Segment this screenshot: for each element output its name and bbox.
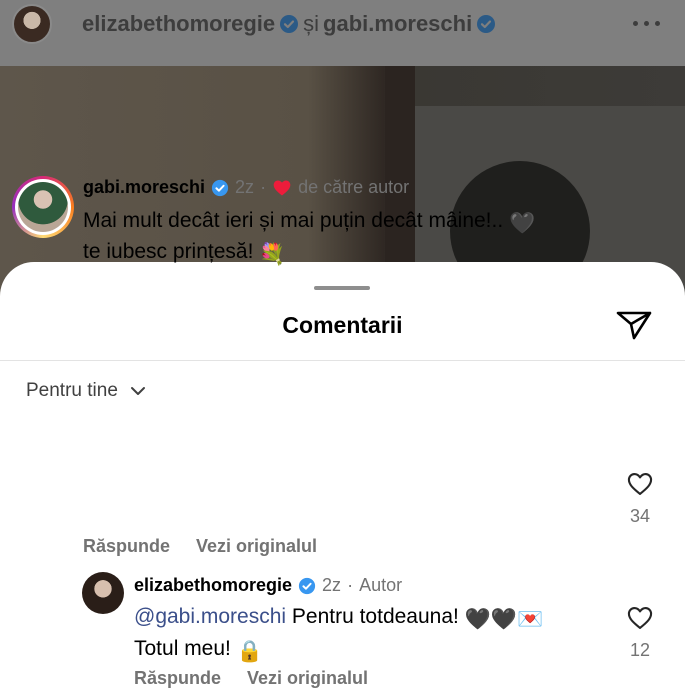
comment-text-line2: te iubesc prințesă! bbox=[83, 240, 254, 263]
reply-text: @gabi.moreschi Pentru totdeauna! 🖤🖤💌 Tot… bbox=[134, 602, 604, 666]
chevron-down-icon bbox=[130, 387, 145, 395]
sheet-divider bbox=[0, 360, 685, 361]
reply-time: 2z bbox=[322, 575, 342, 595]
share-send-icon[interactable] bbox=[614, 304, 654, 344]
reply-button[interactable]: Răspunde bbox=[83, 536, 170, 557]
comment-time: 2z bbox=[235, 177, 255, 197]
heart-filled-icon bbox=[273, 180, 291, 195]
comment-username[interactable]: gabi.moreschi bbox=[83, 177, 205, 198]
reply-avatar[interactable] bbox=[82, 572, 124, 614]
heart-outline-icon[interactable] bbox=[626, 604, 654, 632]
black-heart-emoji: 🖤 bbox=[464, 608, 491, 631]
post-author-name[interactable]: elizabethomoregie bbox=[82, 11, 275, 37]
comment-separator: · bbox=[260, 177, 267, 197]
reply-actions: Răspunde Vezi originalul bbox=[134, 668, 368, 689]
commenter-avatar[interactable] bbox=[12, 176, 74, 238]
comment-header: gabi.moreschi 2z · de către autor bbox=[83, 177, 409, 198]
sheet-drag-handle[interactable] bbox=[314, 286, 370, 290]
post-collaborator-name[interactable]: gabi.moreschi bbox=[323, 11, 472, 37]
comment-text-line1: Mai mult decât ieri și mai puțin decât m… bbox=[83, 209, 504, 232]
see-original-button[interactable]: Vezi originalul bbox=[247, 668, 368, 689]
see-original-button[interactable]: Vezi originalul bbox=[196, 536, 317, 557]
love-letter-emoji: 💌 bbox=[517, 608, 544, 631]
author-badge: Autor bbox=[359, 575, 403, 595]
post-header: elizabethomoregie și gabi.moreschi bbox=[0, 0, 685, 66]
sort-label: Pentru tine bbox=[26, 380, 118, 401]
post-title: elizabethomoregie și gabi.moreschi bbox=[82, 11, 496, 37]
reply-separator: · bbox=[347, 575, 354, 595]
verified-badge-icon bbox=[477, 15, 496, 33]
reply-button[interactable]: Răspunde bbox=[134, 668, 221, 689]
reply-text-line2: Totul meu! bbox=[134, 637, 231, 660]
black-heart-emoji: 🖤 bbox=[490, 608, 518, 631]
reply-username[interactable]: elizabethomoregie bbox=[134, 575, 292, 596]
bouquet-emoji: 💐 bbox=[259, 243, 286, 266]
black-heart-emoji: 🖤 bbox=[509, 212, 536, 235]
heart-outline-icon[interactable] bbox=[626, 470, 654, 498]
sort-dropdown[interactable]: Pentru tine bbox=[26, 380, 148, 402]
reply-mention[interactable]: @gabi.moreschi bbox=[134, 605, 286, 628]
reply-like-count: 12 bbox=[629, 640, 651, 660]
comment-like-control[interactable]: 34 bbox=[620, 470, 660, 527]
verified-badge-icon bbox=[280, 15, 299, 33]
liked-by-author-label: de către autor bbox=[298, 177, 410, 197]
reply-header: elizabethomoregie 2z · Autor bbox=[134, 575, 402, 596]
comment-actions: Răspunde Vezi originalul bbox=[83, 536, 317, 557]
comment-text: Mai mult decât ieri și mai puțin decât m… bbox=[83, 207, 603, 269]
post-author-avatar[interactable] bbox=[12, 4, 52, 44]
verified-badge-icon bbox=[211, 179, 229, 196]
lock-emoji: 🔒 bbox=[236, 640, 263, 663]
comment-like-count: 34 bbox=[629, 506, 651, 526]
verified-badge-icon bbox=[298, 577, 316, 594]
more-options-icon[interactable] bbox=[633, 18, 663, 28]
reply-text-line1: Pentru totdeauna! bbox=[291, 605, 459, 628]
sheet-title: Comentarii bbox=[282, 312, 403, 338]
reply-like-control[interactable]: 12 bbox=[620, 604, 660, 661]
post-title-join: și bbox=[303, 11, 320, 36]
